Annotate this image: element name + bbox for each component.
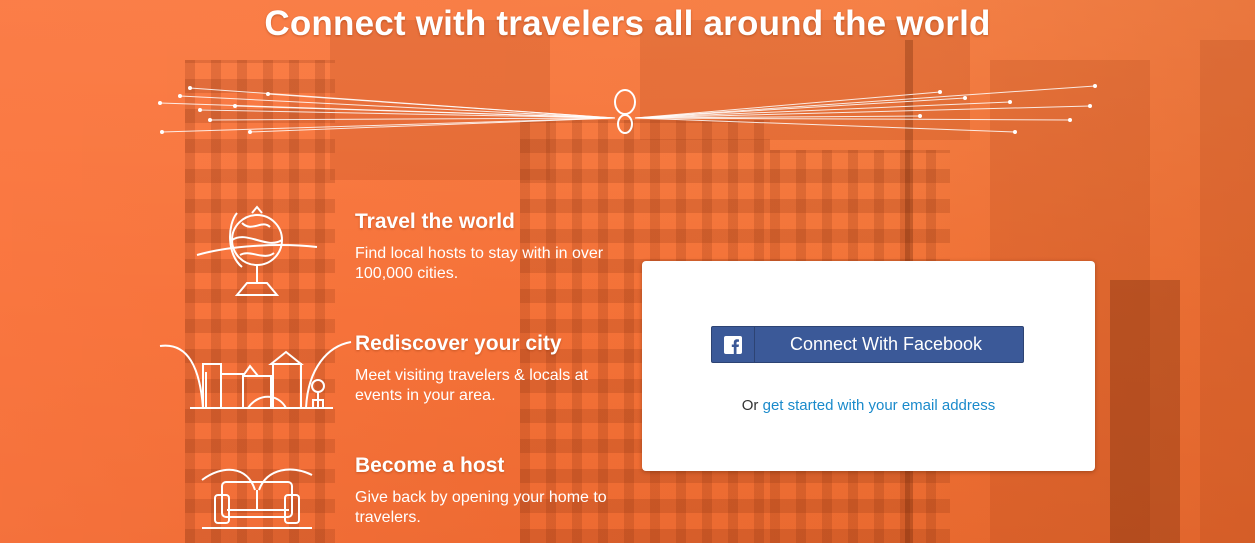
couch-icon bbox=[197, 460, 317, 535]
feature-description: Find local hosts to stay with in over 10… bbox=[355, 245, 604, 282]
alt-prefix: Or bbox=[741, 397, 759, 414]
connection-rays bbox=[158, 84, 1097, 134]
feature-travel: Travel the world Find local hosts to sta… bbox=[355, 210, 615, 284]
email-signup-line: Or get started with your email address bbox=[642, 397, 1095, 414]
connect-facebook-button[interactable]: Connect With Facebook bbox=[711, 326, 1024, 363]
feature-title: Become a host bbox=[355, 454, 505, 477]
infinity-loop-icon bbox=[614, 89, 636, 134]
page-title: Connect with travelers all around the wo… bbox=[264, 4, 991, 43]
city-icon bbox=[158, 338, 353, 413]
building-far-right bbox=[1200, 40, 1255, 543]
pub-sign bbox=[1110, 280, 1180, 543]
feature-description: Meet visiting travelers & locals at even… bbox=[355, 367, 588, 404]
signup-card: Connect With Facebook Or get started wit… bbox=[642, 261, 1095, 471]
facebook-button-label: Connect With Facebook bbox=[789, 334, 983, 354]
email-signup-link[interactable]: get started with your email address bbox=[763, 397, 996, 414]
feature-title: Rediscover your city bbox=[355, 332, 562, 355]
feature-rediscover: Rediscover your city Meet visiting trave… bbox=[355, 332, 615, 406]
facebook-icon bbox=[712, 327, 755, 362]
feature-description: Give back by opening your home to travel… bbox=[355, 489, 607, 526]
feature-title: Travel the world bbox=[355, 210, 515, 233]
globe-icon bbox=[192, 205, 322, 300]
feature-host: Become a host Give back by opening your … bbox=[355, 454, 615, 528]
